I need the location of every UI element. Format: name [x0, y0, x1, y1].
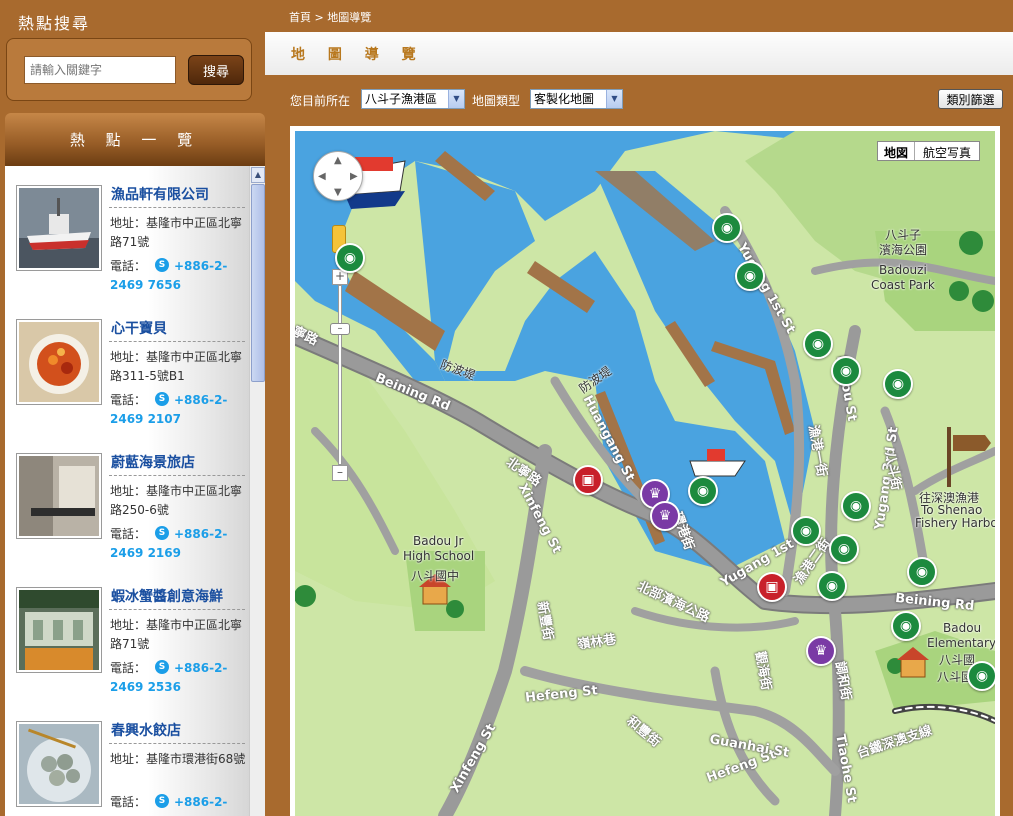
camera-marker-icon[interactable]: ◉	[829, 534, 859, 564]
gift-marker-icon[interactable]: ▣	[757, 572, 787, 602]
search-input[interactable]	[24, 56, 176, 84]
map-label: High School	[403, 549, 475, 563]
map-type-control[interactable]: 地図 航空写真	[877, 141, 981, 161]
left-sidebar: 熱點搜尋 搜尋 熱 點 一 覽 漁品軒有限公司 地址：基隆市中正區北寧路71號 …	[0, 0, 265, 816]
item-thumbnail[interactable]	[16, 587, 102, 673]
location-select[interactable]: 八斗子漁港區 ▼	[361, 89, 465, 109]
hot-list-header: 熱 點 一 覽	[5, 113, 265, 166]
map-label: Fishery Harbor	[915, 516, 995, 530]
item-address: 地址：基隆市中正區北寧路250-6號	[110, 484, 243, 517]
map-label: 八斗國中	[411, 569, 460, 583]
item-divider	[109, 341, 245, 342]
map-label: Elementary	[927, 636, 995, 650]
camera-marker-icon[interactable]: ◉	[817, 571, 847, 601]
camera-marker-icon[interactable]: ◉	[967, 661, 995, 691]
map-type-map-button[interactable]: 地図	[878, 142, 916, 160]
scrollbar-thumb[interactable]	[251, 184, 265, 382]
item-name[interactable]: 漁品軒有限公司	[111, 184, 209, 204]
chevron-up-icon[interactable]: ▲	[334, 155, 342, 166]
camera-marker-icon[interactable]: ◉	[712, 213, 742, 243]
camera-marker-icon[interactable]: ◉	[841, 491, 871, 521]
pan-control[interactable]: ▲ ▼ ◀ ▶	[313, 151, 363, 201]
item-thumbnail[interactable]	[16, 721, 102, 807]
location-select-value: 八斗子漁港區	[365, 92, 438, 106]
item-divider	[109, 475, 245, 476]
camera-marker-icon[interactable]: ◉	[791, 516, 821, 546]
search-button[interactable]: 搜尋	[188, 55, 244, 85]
map-label: Badou Jr	[413, 534, 464, 548]
list-item[interactable]: 心干寶貝 地址：基隆市中正區北寧路311-5號B1 電話： S +886-2-2…	[5, 300, 250, 434]
item-thumbnail[interactable]	[16, 453, 102, 539]
boat-photo	[19, 188, 99, 268]
item-thumbnail[interactable]	[16, 185, 102, 271]
list-item[interactable]: 漁品軒有限公司 地址：基隆市中正區北寧路71號 電話： S +886-2-246…	[5, 166, 250, 300]
search-panel: 搜尋	[6, 38, 252, 101]
camera-marker-icon[interactable]: ◉	[891, 611, 921, 641]
page-title: 地 圖 導 覽	[291, 47, 425, 63]
camera-marker-icon[interactable]: ◉	[735, 261, 765, 291]
chevron-down-icon[interactable]: ▼	[448, 90, 464, 108]
map-label: To Shenao	[921, 503, 983, 517]
chevron-right-icon[interactable]: ▶	[350, 171, 358, 182]
restaurant-photo	[19, 590, 99, 670]
list-item[interactable]: 蔚藍海景旅店 地址：基隆市中正區北寧路250-6號 電話： S +886-2-2…	[5, 434, 250, 568]
item-address: 地址：基隆市中正區北寧路71號	[110, 618, 243, 651]
item-divider	[109, 743, 245, 744]
chef-marker-icon[interactable]: ♛	[806, 636, 836, 666]
zoom-slider-track[interactable]	[338, 285, 342, 465]
item-phone-link[interactable]: +886-2-2469 2536	[110, 659, 252, 697]
hotel-photo	[19, 456, 99, 536]
map-label: Badouzi	[879, 263, 927, 277]
hot-list-title: 熱 點 一 覽	[69, 131, 201, 149]
item-address: 地址：基隆市中正區北寧路71號	[110, 216, 243, 249]
map-label: Coast Park	[871, 278, 935, 292]
camera-marker-icon[interactable]: ◉	[883, 369, 913, 399]
item-phone-link[interactable]: +886-2-2469 2107	[110, 391, 252, 429]
location-label: 您目前所在	[290, 94, 351, 108]
chevron-down-icon[interactable]: ▼	[334, 187, 342, 198]
item-phone-link[interactable]: +886-2-2469 7656	[110, 257, 252, 295]
chevron-down-icon[interactable]: ▼	[606, 90, 622, 108]
list-scrollbar[interactable]: ▲	[249, 166, 265, 816]
item-thumbnail[interactable]	[16, 319, 102, 405]
map-label: 濱海公園	[879, 243, 928, 257]
hot-spot-list: 漁品軒有限公司 地址：基隆市中正區北寧路71號 電話： S +886-2-246…	[5, 166, 265, 816]
camera-marker-icon[interactable]: ◉	[907, 557, 937, 587]
item-address: 地址：基隆市環港街68號	[110, 752, 246, 766]
list-item[interactable]: 蝦冰蟹醬創意海鮮 地址：基隆市中正區北寧路71號 電話： S +886-2-24…	[5, 568, 250, 702]
dumpling-photo	[19, 724, 99, 804]
item-name[interactable]: 春興水餃店	[111, 720, 181, 740]
camera-marker-icon[interactable]: ◉	[831, 356, 861, 386]
item-divider	[109, 609, 245, 610]
map-frame: 地図 航空写真 ▲ ▼ ◀ ▶ + – – 八斗子 濱海公園 Badouzi C…	[290, 126, 1000, 816]
maptype-label: 地圖類型	[472, 94, 521, 108]
category-filter-button[interactable]: 類別篩選	[938, 89, 1003, 109]
page-title-bar: 地 圖 導 覽	[265, 32, 1013, 75]
item-name[interactable]: 蝦冰蟹醬創意海鮮	[111, 586, 223, 606]
item-divider	[109, 207, 245, 208]
gift-marker-icon[interactable]: ▣	[573, 465, 603, 495]
camera-marker-icon[interactable]: ◉	[335, 243, 365, 273]
scroll-up-arrow-icon[interactable]: ▲	[251, 167, 265, 183]
item-name[interactable]: 心干寶貝	[111, 318, 167, 338]
map-type-satellite-button[interactable]: 航空写真	[915, 142, 979, 160]
map-canvas[interactable]: 地図 航空写真 ▲ ▼ ◀ ▶ + – – 八斗子 濱海公園 Badouzi C…	[295, 131, 995, 816]
camera-marker-icon[interactable]: ◉	[688, 476, 718, 506]
item-phone-link[interactable]: +886-2-2469 2...	[110, 793, 252, 816]
camera-marker-icon[interactable]: ◉	[803, 329, 833, 359]
map-label: Badou	[943, 621, 982, 635]
hot-search-title: 熱點搜尋	[18, 14, 91, 33]
item-name[interactable]: 蔚藍海景旅店	[111, 452, 195, 472]
chef-marker-icon[interactable]: ♛	[650, 501, 680, 531]
zoom-out-button[interactable]: –	[332, 465, 348, 481]
item-address: 地址：基隆市中正區北寧路311-5號B1	[110, 350, 243, 383]
item-phone-link[interactable]: +886-2-2469 2169	[110, 525, 252, 563]
list-item[interactable]: 春興水餃店 地址：基隆市環港街68號 電話： S +886-2-2469 2..…	[5, 702, 250, 816]
maptype-select[interactable]: 客製化地圖 ▼	[530, 89, 623, 109]
chevron-left-icon[interactable]: ◀	[318, 171, 326, 182]
zoom-slider-handle[interactable]: –	[330, 323, 350, 335]
breadcrumb[interactable]: 首頁 > 地圖導覽	[289, 9, 371, 25]
maptype-select-value: 客製化地圖	[534, 92, 595, 106]
food-photo	[19, 322, 99, 402]
